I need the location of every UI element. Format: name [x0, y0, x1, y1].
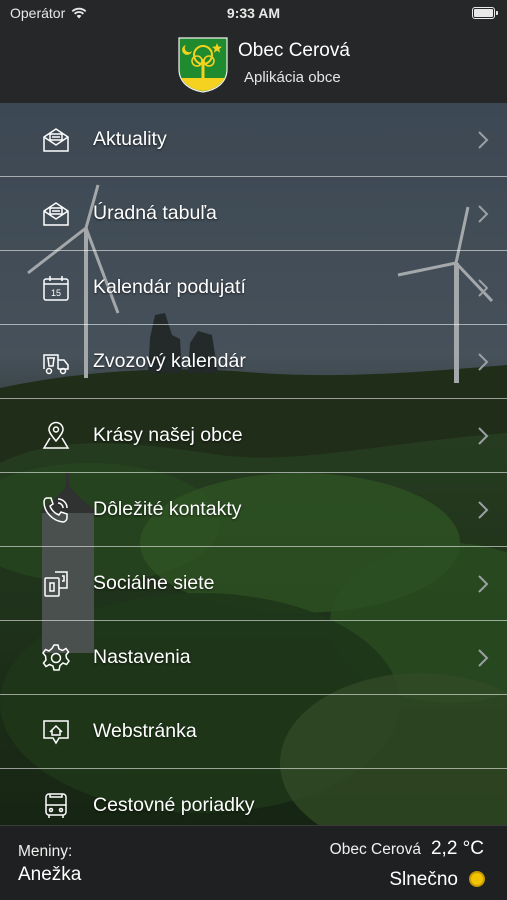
app-subtitle: Aplikácia obce	[244, 69, 341, 86]
clock: 9:33 AM	[226, 5, 281, 21]
nameday-name: Anežka	[18, 864, 82, 885]
menu-item-label: Dôležité kontakty	[93, 498, 242, 520]
status-bar: Operátor 9:33 AM	[0, 0, 507, 28]
website-icon	[41, 717, 71, 747]
menu-item-aktuality[interactable]: Aktuality	[0, 103, 507, 177]
menu-item-nastavenia[interactable]: Nastavenia	[0, 621, 507, 695]
menu-item-cestovne-poriadky[interactable]: Cestovné poriadky	[0, 769, 507, 825]
phone-icon	[41, 495, 71, 525]
menu-item-label: Krásy našej obce	[93, 424, 243, 446]
main-menu: Aktuality Úradná tabuľa 15 Kalendár podu…	[0, 103, 507, 825]
chevron-right-icon	[478, 353, 489, 371]
battery-icon	[472, 7, 498, 19]
menu-item-dolezite-kontakty[interactable]: Dôležité kontakty	[0, 473, 507, 547]
menu-item-label: Nastavenia	[93, 646, 191, 668]
menu-item-label: Úradná tabuľa	[93, 202, 217, 224]
temperature: 2,2 °C	[430, 838, 484, 859]
map-pin-icon	[41, 421, 71, 451]
weather-location: Obec Cerová	[329, 841, 421, 858]
social-network-icon	[41, 569, 71, 599]
info-footer: Meniny: Anežka Obec Cerová 2,2 °C Slnečn…	[0, 825, 507, 900]
menu-item-socialne-siete[interactable]: Sociálne siete	[0, 547, 507, 621]
app-title: Obec Cerová	[238, 40, 350, 61]
menu-item-zvozovy-kalendar[interactable]: Zvozový kalendár	[0, 325, 507, 399]
menu-item-krasy-nasej-obce[interactable]: Krásy našej obce	[0, 399, 507, 473]
municipality-crest-logo	[178, 37, 228, 93]
chevron-right-icon	[478, 427, 489, 445]
newsletter-icon	[41, 125, 71, 155]
chevron-right-icon	[478, 205, 489, 223]
menu-item-kalendar-podujati[interactable]: 15 Kalendár podujatí	[0, 251, 507, 325]
notice-board-icon	[41, 199, 71, 229]
gear-icon	[41, 643, 71, 673]
menu-list: Aktuality Úradná tabuľa 15 Kalendár podu…	[0, 103, 507, 825]
svg-text:15: 15	[51, 288, 61, 298]
menu-item-label: Aktuality	[93, 128, 167, 150]
menu-item-uradna-tabula[interactable]: Úradná tabuľa	[0, 177, 507, 251]
menu-item-label: Sociálne siete	[93, 572, 215, 594]
weather-condition: Slnečno	[389, 869, 458, 890]
menu-item-label: Kalendár podujatí	[93, 276, 246, 298]
calendar-icon: 15	[41, 273, 71, 303]
bus-icon	[41, 791, 71, 821]
chevron-right-icon	[478, 575, 489, 593]
menu-item-label: Cestovné poriadky	[93, 794, 255, 816]
chevron-right-icon	[478, 131, 489, 149]
menu-item-webstranka[interactable]: Webstránka	[0, 695, 507, 769]
menu-item-label: Webstránka	[93, 720, 197, 742]
battery-level	[474, 9, 493, 17]
chevron-right-icon	[478, 649, 489, 667]
sun-icon	[469, 871, 485, 887]
menu-item-label: Zvozový kalendár	[93, 350, 246, 372]
nameday-label: Meniny:	[18, 843, 73, 860]
chevron-right-icon	[478, 279, 489, 297]
garbage-truck-icon	[41, 347, 71, 377]
app-header: Obec Cerová Aplikácia obce	[0, 28, 507, 103]
chevron-right-icon	[478, 501, 489, 519]
